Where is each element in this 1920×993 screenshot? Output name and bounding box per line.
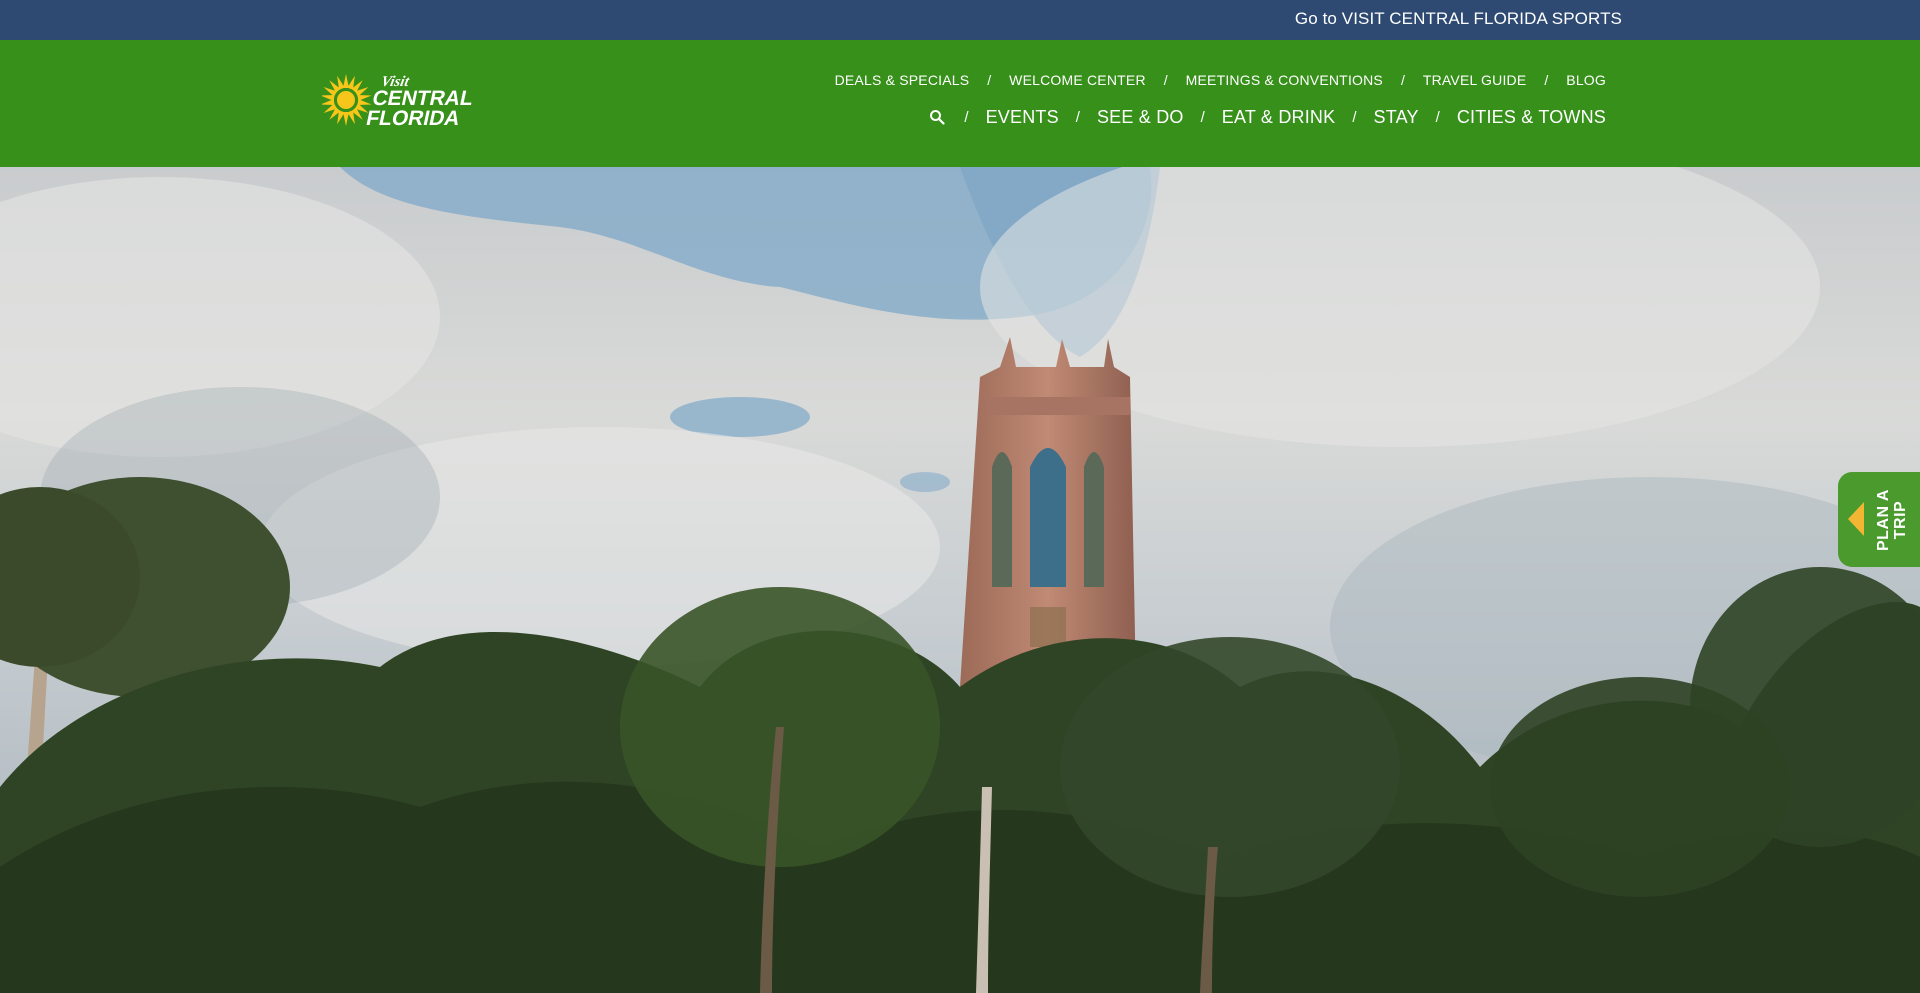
svg-text:FLORIDA: FLORIDA bbox=[364, 107, 462, 130]
nav-separator: / bbox=[964, 108, 969, 126]
bell-tower-scene bbox=[0, 167, 1920, 993]
hero-image: PLAN A TRIP bbox=[0, 167, 1920, 993]
nav-deals-specials[interactable]: DEALS & SPECIALS bbox=[835, 72, 970, 88]
site-header: Visit CENTRAL FLORIDA DEALS & SPECIALS /… bbox=[0, 40, 1920, 167]
top-utility-bar: Go to VISIT CENTRAL FLORIDA SPORTS bbox=[0, 0, 1920, 40]
plan-a-trip-label: PLAN A TRIP bbox=[1875, 489, 1909, 551]
nav-separator: / bbox=[987, 72, 992, 88]
plan-a-trip-label-wrap: PLAN A TRIP bbox=[1868, 482, 1916, 558]
nav-stay[interactable]: STAY bbox=[1374, 107, 1419, 128]
nav-separator: / bbox=[1352, 108, 1357, 126]
nav-cities-towns[interactable]: CITIES & TOWNS bbox=[1457, 107, 1606, 128]
nav-see-do[interactable]: SEE & DO bbox=[1097, 107, 1184, 128]
site-logo[interactable]: Visit CENTRAL FLORIDA bbox=[322, 69, 472, 131]
sports-site-link[interactable]: Go to VISIT CENTRAL FLORIDA SPORTS bbox=[1295, 9, 1622, 29]
nav-separator: / bbox=[1163, 72, 1168, 88]
nav-travel-guide[interactable]: TRAVEL GUIDE bbox=[1423, 72, 1527, 88]
nav-blog[interactable]: BLOG bbox=[1566, 72, 1606, 88]
primary-nav: / EVENTS / SEE & DO / EAT & DRINK / STAY… bbox=[927, 105, 1606, 129]
nav-eat-drink[interactable]: EAT & DRINK bbox=[1222, 107, 1336, 128]
nav-welcome-center[interactable]: WELCOME CENTER bbox=[1009, 72, 1146, 88]
nav-meetings-conventions[interactable]: MEETINGS & CONVENTIONS bbox=[1186, 72, 1383, 88]
nav-separator: / bbox=[1075, 108, 1080, 126]
search-icon[interactable] bbox=[927, 107, 947, 127]
nav-separator: / bbox=[1435, 108, 1440, 126]
nav-events[interactable]: EVENTS bbox=[986, 107, 1059, 128]
nav-separator: / bbox=[1544, 72, 1549, 88]
secondary-nav: DEALS & SPECIALS / WELCOME CENTER / MEET… bbox=[835, 71, 1606, 89]
nav-separator: / bbox=[1200, 108, 1205, 126]
nav-separator: / bbox=[1400, 72, 1405, 88]
plan-a-trip-tab[interactable]: PLAN A TRIP bbox=[1838, 472, 1920, 567]
caret-left-icon bbox=[1848, 502, 1864, 536]
sunburst-logo-icon: Visit CENTRAL FLORIDA bbox=[322, 73, 472, 130]
